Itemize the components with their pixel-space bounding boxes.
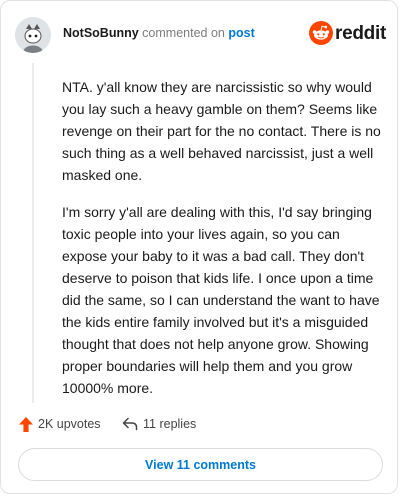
reddit-brand[interactable]: reddit <box>309 21 386 49</box>
comment-meta: NotSoBunny commented on post <box>63 26 255 40</box>
action-text: commented on <box>142 26 225 40</box>
comment-header: NotSoBunny commented on post reddit <box>15 17 386 53</box>
comment-card: NotSoBunny commented on post reddit NTA.… <box>0 0 398 494</box>
comment-paragraph: I'm sorry y'all are dealing with this, I… <box>62 204 380 396</box>
upvote-count: 2K upvotes <box>38 417 101 431</box>
upvote-arrow-icon <box>19 416 33 432</box>
reply-arrow-icon <box>122 417 138 431</box>
avatar[interactable] <box>15 17 51 53</box>
upvote-button[interactable]: 2K upvotes <box>19 412 101 436</box>
reddit-logo-icon <box>309 21 333 45</box>
view-comments-button[interactable]: View 11 comments <box>18 448 383 481</box>
thread-line[interactable] <box>32 63 34 403</box>
comment-body: NTA. y'all know they are narcissistic so… <box>62 76 384 414</box>
username-link[interactable]: NotSoBunny <box>63 26 139 40</box>
reply-button[interactable]: 11 replies <box>122 412 196 436</box>
post-link[interactable]: post <box>228 26 254 40</box>
comment-paragraph: NTA. y'all know they are narcissistic so… <box>62 79 381 183</box>
reply-count: 11 replies <box>143 417 197 431</box>
avatar-icon <box>15 17 51 53</box>
reddit-wordmark: reddit <box>335 23 386 44</box>
